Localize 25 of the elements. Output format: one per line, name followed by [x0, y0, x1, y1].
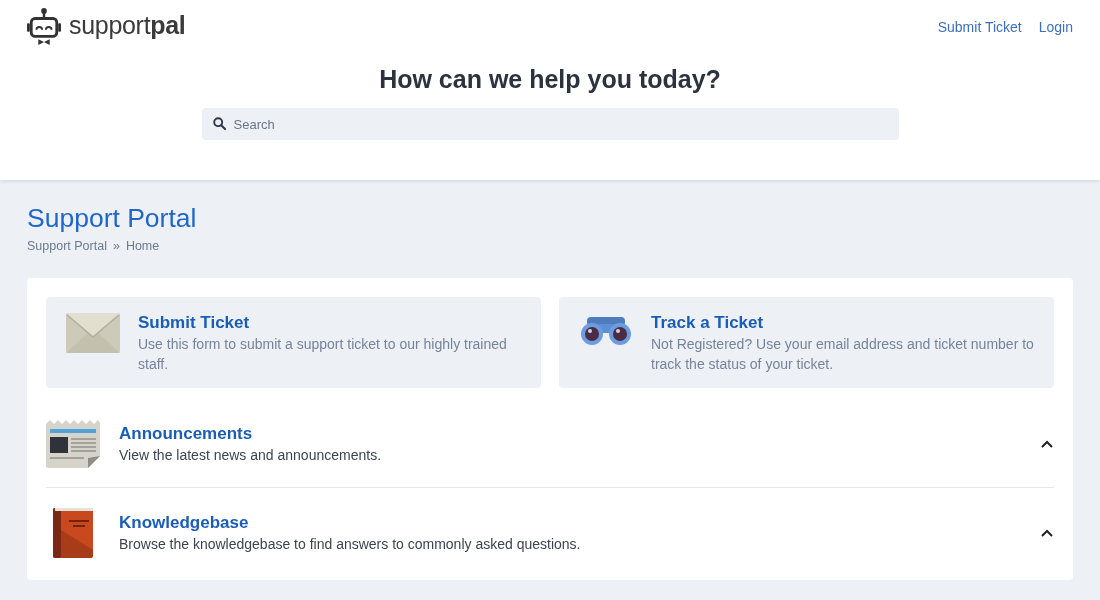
breadcrumb-separator: »	[112, 238, 120, 254]
book-icon	[53, 507, 93, 558]
logo-text: supportpal	[69, 10, 186, 40]
search-field[interactable]: Search	[201, 108, 899, 140]
page-title: Support Portal	[27, 202, 198, 234]
nav-link[interactable]: Login	[1038, 18, 1073, 36]
section-description: View the latest news and announcements.	[119, 445, 382, 465]
robot-icon	[27, 8, 61, 46]
section-title[interactable]: Knowledgebase	[119, 511, 249, 533]
nav-link[interactable]: Submit Ticket	[937, 18, 1022, 36]
chevron-up-icon[interactable]	[1041, 439, 1053, 448]
card-description: Use this form to submit a support ticket to our highly trained staff.	[138, 335, 508, 374]
envelope-icon	[66, 313, 120, 353]
search-icon	[212, 117, 226, 130]
newspaper-icon	[46, 419, 100, 468]
card-title[interactable]: Track a Ticket	[651, 312, 764, 333]
card-description: Not Registered? Use your email address and ticket number to track the status of your ticket.	[651, 335, 1035, 374]
hero-title: How can we help you today?	[378, 64, 722, 95]
chevron-up-icon[interactable]	[1041, 528, 1053, 537]
card-title[interactable]: Submit Ticket	[138, 312, 250, 333]
breadcrumb-link[interactable]: Support Portal	[27, 238, 107, 254]
breadcrumb-current: Home	[125, 238, 160, 254]
binoculars-icon	[580, 316, 632, 346]
section-title[interactable]: Announcements	[119, 422, 253, 444]
section-description: Browse the knowledgebase to find answers to commonly asked questions.	[119, 534, 581, 554]
